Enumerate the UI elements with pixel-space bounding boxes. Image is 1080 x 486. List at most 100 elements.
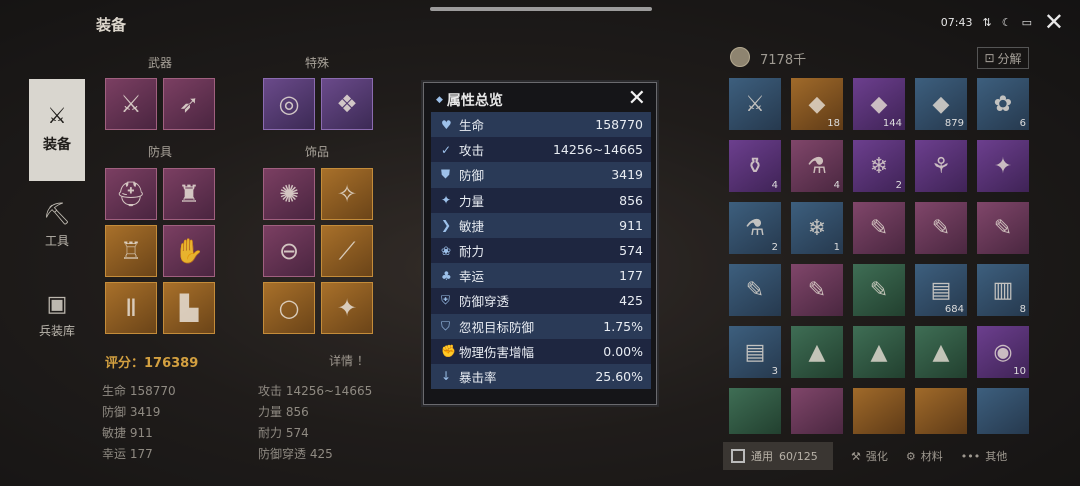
item-count: 6 xyxy=(1019,118,1026,129)
item-count: 10 xyxy=(1013,366,1026,377)
inventory-slot[interactable] xyxy=(915,388,967,434)
battery-icon: ▭ xyxy=(1021,16,1032,29)
inventory-slot[interactable]: ◉ 10 xyxy=(977,326,1029,378)
close-icon[interactable]: ✕ xyxy=(1044,10,1064,34)
orb-icon: ◎ xyxy=(278,90,300,118)
page-title: 装备 xyxy=(96,16,127,34)
group-label-special: 特殊 xyxy=(305,56,330,70)
special-slot-1[interactable]: ◎ xyxy=(263,78,315,130)
inventory-slot[interactable]: ✎ xyxy=(977,202,1029,254)
accessory-slot-3[interactable]: ⊖ xyxy=(263,225,315,277)
inventory-slot[interactable]: ▲ xyxy=(853,326,905,378)
item-count: 4 xyxy=(771,180,778,191)
armor-slot-helmet[interactable]: ⛑ xyxy=(105,168,157,220)
accessory-slot-1[interactable]: ✺ xyxy=(263,168,315,220)
nav-item-arsenal[interactable]: ▣ 兵装库 xyxy=(29,271,85,361)
inventory-slot[interactable]: ✎ xyxy=(853,202,905,254)
summary-stat-stamina: 耐力 574 xyxy=(258,426,309,440)
summary-stat-penetration: 防御穿透 425 xyxy=(258,447,333,461)
armor-slot-pants[interactable]: Ⅱ xyxy=(105,282,157,334)
inventory-slot[interactable]: ✿ 6 xyxy=(977,78,1029,130)
boots-icon: ▙ xyxy=(179,294,199,322)
weapon-slot-1[interactable]: ⚔ xyxy=(105,78,157,130)
summary-stat-attack: 攻击 14256~14665 xyxy=(258,384,373,398)
inventory-slot[interactable]: ▥ 8 xyxy=(977,264,1029,316)
details-button[interactable]: 详情 ！ xyxy=(329,352,369,369)
inventory-slot[interactable]: ▤ 684 xyxy=(915,264,967,316)
summary-stat-agility: 敏捷 911 xyxy=(102,426,153,440)
weapon-slot-2[interactable]: ➶ xyxy=(163,78,215,130)
special-slot-2[interactable]: ❖ xyxy=(321,78,373,130)
inventory-slot[interactable]: ⚗ 4 xyxy=(791,140,843,192)
inventory-slot[interactable]: ❄ 2 xyxy=(853,140,905,192)
inventory-slot[interactable]: ⚘ xyxy=(915,140,967,192)
attribute-row-defense: ⛊ 防御 3419 xyxy=(431,162,651,188)
bow-icon: ➶ xyxy=(178,90,200,118)
decompose-button[interactable]: ⊡ 分解 xyxy=(977,47,1029,69)
inventory-tab-bar: 通用 60/125 ⚒ 强化 ⚙ 材料 ••• 其他 xyxy=(723,442,1063,470)
inventory-slot[interactable]: ⚔ xyxy=(729,78,781,130)
gear-score: 评分：176389 xyxy=(105,356,199,371)
inventory-slot[interactable]: ⚱ 4 xyxy=(729,140,781,192)
inventory-slot[interactable] xyxy=(853,388,905,434)
armor-slot-gloves[interactable]: ✋ xyxy=(163,225,215,277)
modal-close-icon[interactable]: ✕ xyxy=(628,86,646,111)
inventory-slot[interactable]: ▲ xyxy=(791,326,843,378)
sword-icon: ⚔ xyxy=(47,104,67,129)
nav-item-tools[interactable]: ⛏ 工具 xyxy=(29,181,85,271)
inventory-slot[interactable]: ◆ 18 xyxy=(791,78,843,130)
charm-icon: ✦ xyxy=(336,294,358,322)
tab-enhance[interactable]: ⚒ 强化 xyxy=(851,448,888,464)
accessory-slot-5[interactable]: ○ xyxy=(263,282,315,334)
material-icon: ⚙ xyxy=(905,449,916,463)
inventory-slot[interactable]: ✎ xyxy=(915,202,967,254)
armor-slot-shoulder[interactable]: ♜ xyxy=(163,168,215,220)
inventory-slot[interactable]: ▤ 3 xyxy=(729,326,781,378)
inventory-slot[interactable]: ⚗ 2 xyxy=(729,202,781,254)
accessory-slot-2[interactable]: ✧ xyxy=(321,168,373,220)
item-icon: ✎ xyxy=(869,277,889,303)
crossed-swords-icon: ⚔ xyxy=(120,90,142,118)
tab-general[interactable]: 通用 60/125 xyxy=(723,442,833,470)
attribute-overview-modal: ◆ 属性总览 ✕ ♥ 生命 158770 ✓ 攻击 14256~14665 ⛊ 防御 341… xyxy=(423,82,657,405)
summary-stat-luck: 幸运 177 xyxy=(102,447,153,461)
helmet-icon: ⛑ xyxy=(115,180,147,208)
gold-amount: 7178千 xyxy=(760,53,807,68)
info-icon: ！ xyxy=(356,354,369,368)
agility-icon: ❯ xyxy=(441,218,452,233)
inventory-slot[interactable] xyxy=(729,388,781,434)
drag-handle[interactable] xyxy=(430,7,652,11)
inventory-slot[interactable]: ◆ 144 xyxy=(853,78,905,130)
tab-material[interactable]: ⚙ 材料 xyxy=(906,448,943,464)
summary-stat-strength: 力量 856 xyxy=(258,405,309,419)
accessory-slot-4[interactable]: ⟋ xyxy=(321,225,373,277)
chest-armor-icon: ♖ xyxy=(120,237,142,265)
attribute-list: ♥ 生命 158770 ✓ 攻击 14256~14665 ⛊ 防御 3419 ✦ 力量 856 … xyxy=(431,112,651,390)
armor-slot-chest[interactable]: ♖ xyxy=(105,225,157,277)
inventory-slot[interactable]: ✎ xyxy=(791,264,843,316)
shield-icon: ⛊ xyxy=(441,167,451,182)
inventory-slot[interactable]: ✦ xyxy=(977,140,1029,192)
item-count: 4 xyxy=(833,180,840,191)
modal-title: ◆ 属性总览 xyxy=(436,93,503,109)
armor-slot-boots[interactable]: ▙ xyxy=(163,282,215,334)
tab-other[interactable]: ••• 其他 xyxy=(961,448,1007,464)
attribute-row-agility: ❯ 敏捷 911 xyxy=(431,212,651,238)
summary-stat-defense: 防御 3419 xyxy=(102,405,161,419)
inventory-slot[interactable]: ▲ xyxy=(915,326,967,378)
item-icon: ▲ xyxy=(808,339,826,365)
coin-icon xyxy=(730,47,750,67)
anvil-icon: ⚒ xyxy=(851,449,861,463)
accessory-slot-6[interactable]: ✦ xyxy=(321,282,373,334)
inventory-slot[interactable]: ❄ 1 xyxy=(791,202,843,254)
inventory-slot[interactable]: ✎ xyxy=(729,264,781,316)
inventory-slot[interactable]: ✎ xyxy=(853,264,905,316)
inventory-slot[interactable] xyxy=(791,388,843,434)
item-icon: ✎ xyxy=(931,215,951,241)
signal-icon: ⇅ xyxy=(982,16,992,29)
inventory-slot[interactable]: ◆ 879 xyxy=(915,78,967,130)
item-icon: ▲ xyxy=(870,339,888,365)
sword-icon: ✓ xyxy=(441,142,452,157)
inventory-slot[interactable] xyxy=(977,388,1029,434)
nav-item-equipment[interactable]: ⚔ 装备 xyxy=(29,79,85,181)
